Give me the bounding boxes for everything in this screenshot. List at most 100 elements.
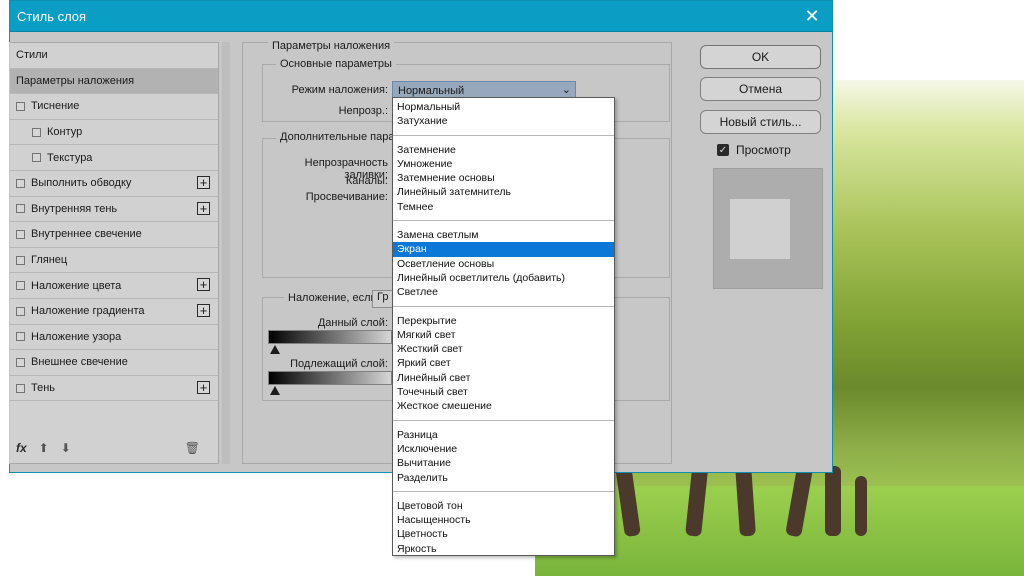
preview-label: Просмотр xyxy=(736,143,791,157)
dropdown-separator xyxy=(393,490,614,492)
dropdown-option[interactable]: Яркость xyxy=(393,542,614,556)
dropdown-option[interactable]: Мягкий свет xyxy=(393,328,614,342)
style-item-label: Наложение градиента xyxy=(31,305,145,318)
style-item-label: Параметры наложения xyxy=(16,74,135,87)
dropdown-option[interactable]: Затемнение основы xyxy=(393,171,614,185)
style-checkbox[interactable] xyxy=(16,229,25,239)
add-plus-icon[interactable]: + xyxy=(197,380,210,394)
dropdown-separator xyxy=(393,220,614,222)
dropdown-option[interactable]: Вычитание xyxy=(393,456,614,470)
dropdown-option[interactable]: Жесткое смешение xyxy=(393,399,614,413)
style-item[interactable]: Тень + xyxy=(10,376,218,402)
fx-icon[interactable]: fx xyxy=(16,441,27,455)
blend-if-value: Гр xyxy=(377,291,389,303)
style-item-label: Тень xyxy=(31,382,56,395)
dropdown-separator xyxy=(393,134,614,136)
underlying-layer-slider[interactable] xyxy=(268,371,392,385)
basic-group-title: Основные параметры xyxy=(276,58,396,70)
dropdown-option[interactable]: Светлее xyxy=(393,285,614,299)
style-checkbox[interactable] xyxy=(32,153,41,163)
this-layer-slider[interactable] xyxy=(268,330,392,344)
move-down-icon[interactable]: ⬇ xyxy=(61,441,71,455)
preview-toggle[interactable]: ✓ Просмотр xyxy=(717,143,791,157)
this-layer-label: Данный слой: xyxy=(317,317,388,329)
style-item[interactable]: Наложение градиента + xyxy=(10,299,218,325)
dropdown-option[interactable]: Осветление основы xyxy=(393,257,614,271)
dropdown-option[interactable]: Исключение xyxy=(393,442,614,456)
style-item-label: Текстура xyxy=(47,151,93,164)
advanced-group-title: Дополнительные параметры xyxy=(276,131,396,143)
preview-swatch xyxy=(730,199,790,259)
style-item-label: Контур xyxy=(47,126,83,139)
style-checkbox[interactable] xyxy=(16,332,25,342)
underlying-black-handle[interactable] xyxy=(270,386,280,395)
style-checkbox[interactable] xyxy=(32,127,41,137)
dropdown-option[interactable]: Линейный затемнитель xyxy=(393,185,614,199)
add-plus-icon[interactable]: + xyxy=(197,201,210,215)
style-item[interactable]: Наложение узора xyxy=(10,325,218,351)
move-up-icon[interactable]: ⬆ xyxy=(39,441,49,455)
dropdown-option[interactable]: Разделить xyxy=(393,471,614,485)
style-item[interactable]: Параметры наложения xyxy=(10,68,218,95)
dropdown-option[interactable]: Точечный свет xyxy=(393,385,614,399)
dropdown-option[interactable]: Затемнение xyxy=(393,143,614,157)
style-item-label: Тиснение xyxy=(31,100,80,113)
dropdown-option[interactable]: Разница xyxy=(393,428,614,442)
style-checkbox[interactable] xyxy=(16,204,25,214)
style-checkbox[interactable] xyxy=(16,178,25,188)
add-plus-icon[interactable]: + xyxy=(197,278,210,292)
add-plus-icon[interactable]: + xyxy=(197,175,210,189)
styles-scrollbar[interactable] xyxy=(222,42,230,464)
checkbox-checked-icon[interactable]: ✓ xyxy=(717,144,729,156)
blending-section-title: Параметры наложения xyxy=(268,40,395,52)
dropdown-option[interactable]: Линейный осветлитель (добавить) xyxy=(393,271,614,285)
dropdown-option[interactable]: Нормальный xyxy=(393,100,614,114)
style-checkbox[interactable] xyxy=(16,101,25,111)
dropdown-option[interactable]: Умножение xyxy=(393,157,614,171)
style-checkbox[interactable] xyxy=(16,383,25,393)
style-item[interactable]: Наложение цвета + xyxy=(10,273,218,299)
title-bar: Стиль слоя ✕ xyxy=(10,1,832,32)
styles-header[interactable]: Стили xyxy=(10,43,218,69)
dropdown-option[interactable]: Цветовой тон xyxy=(393,499,614,513)
styles-list: Стили Параметры наложения Тиснение Контур Т… xyxy=(9,42,219,464)
dropdown-option[interactable]: Жесткий свет xyxy=(393,342,614,356)
underlying-layer-label: Подлежащий слой: xyxy=(290,358,388,370)
dropdown-option[interactable]: Цветность xyxy=(393,527,614,541)
styles-header-label: Стили xyxy=(16,49,48,62)
style-item-label: Наложение узора xyxy=(31,330,122,343)
style-item[interactable]: Внешнее свечение xyxy=(10,350,218,376)
style-checkbox[interactable] xyxy=(16,255,25,265)
new-style-button[interactable]: Новый стиль... xyxy=(700,110,821,134)
ok-button[interactable]: OK xyxy=(700,45,821,69)
style-item[interactable]: Тиснение xyxy=(10,94,218,120)
this-layer-black-handle[interactable] xyxy=(270,345,280,354)
style-checkbox[interactable] xyxy=(16,306,25,316)
dropdown-option[interactable]: Перекрытие xyxy=(393,314,614,328)
style-item[interactable]: Выполнить обводку + xyxy=(10,171,218,197)
dropdown-option[interactable]: Яркий свет xyxy=(393,356,614,370)
chevron-down-icon: ⌄ xyxy=(561,84,571,96)
style-checkbox[interactable] xyxy=(16,357,25,367)
dropdown-option[interactable]: Экран xyxy=(393,242,614,257)
trash-icon[interactable]: 🗑 xyxy=(185,441,200,455)
style-item-label: Внутренняя тень xyxy=(31,202,118,215)
style-item[interactable]: Глянец xyxy=(10,248,218,274)
dropdown-option[interactable]: Насыщенность xyxy=(393,513,614,527)
blend-mode-value: Нормальный xyxy=(398,84,465,97)
close-icon[interactable]: ✕ xyxy=(792,1,832,32)
cancel-button[interactable]: Отмена xyxy=(700,77,821,101)
dropdown-option[interactable]: Линейный свет xyxy=(393,371,614,385)
dropdown-option[interactable]: Замена светлым xyxy=(393,228,614,242)
style-item[interactable]: Внутренняя тень + xyxy=(10,197,218,223)
styles-footer: fx ⬆ ⬇ 🗑 xyxy=(16,439,212,457)
dropdown-option[interactable]: Затухание xyxy=(393,114,614,128)
style-item[interactable]: Контур xyxy=(10,120,218,146)
add-plus-icon[interactable]: + xyxy=(197,303,210,317)
dropdown-option[interactable]: Темнее xyxy=(393,200,614,214)
dropdown-separator xyxy=(393,419,614,421)
style-item-label: Внешнее свечение xyxy=(31,356,128,369)
style-item[interactable]: Текстура xyxy=(10,145,218,171)
style-checkbox[interactable] xyxy=(16,281,25,291)
style-item[interactable]: Внутреннее свечение xyxy=(10,222,218,248)
